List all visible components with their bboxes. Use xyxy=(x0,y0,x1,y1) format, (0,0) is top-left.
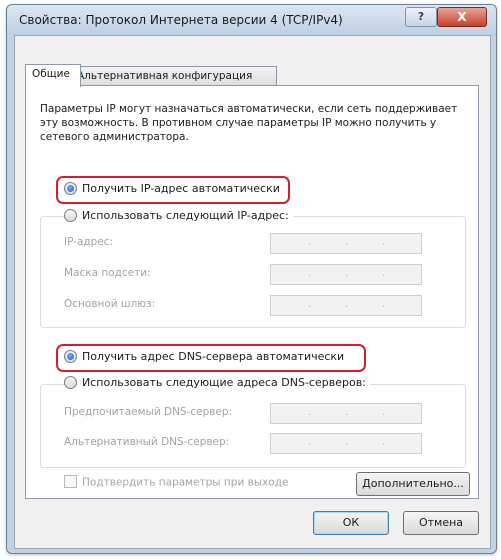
advanced-button[interactable]: Дополнительно... xyxy=(356,472,470,496)
preferred-dns-input[interactable]: ... xyxy=(270,403,422,424)
tab-general[interactable]: Общие xyxy=(25,64,81,87)
default-gateway-input[interactable]: ... xyxy=(270,295,422,316)
preferred-dns-label: Предпочитаемый DNS-сервер: xyxy=(64,406,233,418)
subnet-mask-label: Маска подсети: xyxy=(64,267,151,279)
dialog-window: Свойства: Протокол Интернета версии 4 (T… xyxy=(6,4,497,554)
dns-manual-radio[interactable] xyxy=(64,375,77,389)
title-bar[interactable]: Свойства: Протокол Интернета версии 4 (T… xyxy=(7,5,496,35)
validate-checkbox-row[interactable]: Подтвердить параметры при выходе xyxy=(64,475,289,489)
dns-auto-label: Получить адрес DNS-сервера автоматически xyxy=(82,350,345,363)
dialog-client-area: Общие Альтернативная конфигурация Параме… xyxy=(14,35,491,549)
subnet-mask-input[interactable]: ... xyxy=(270,264,422,285)
default-gateway-label: Основной шлюз: xyxy=(64,298,156,310)
ip-auto-label: Получить IP-адрес автоматически xyxy=(82,182,280,195)
ip-address-input[interactable]: ... xyxy=(270,233,422,254)
help-button[interactable]: ? xyxy=(405,7,437,27)
tab-alternate-configuration[interactable]: Альтернативная конфигурация xyxy=(70,66,277,86)
cancel-button[interactable]: Отмена xyxy=(403,511,479,535)
validate-checkbox[interactable] xyxy=(64,475,77,488)
validate-checkbox-label: Подтвердить параметры при выходе xyxy=(82,476,289,489)
dns-manual-group xyxy=(40,384,466,468)
dns-manual-radio-row[interactable]: Использовать следующие адреса DNS-сервер… xyxy=(64,375,370,391)
alternate-dns-label: Альтернативный DNS-сервер: xyxy=(64,436,230,448)
dns-manual-label: Использовать следующие адреса DNS-сервер… xyxy=(82,376,366,389)
ok-button[interactable]: ОК xyxy=(313,511,389,535)
ip-address-label: IP-адрес: xyxy=(64,236,114,248)
close-button[interactable]: X xyxy=(437,7,487,27)
ip-auto-radio[interactable] xyxy=(64,181,77,195)
general-tab-panel: Параметры IP могут назначаться автоматич… xyxy=(25,85,479,499)
ip-manual-radio[interactable] xyxy=(64,208,77,222)
ip-auto-radio-row[interactable]: Получить IP-адрес автоматически xyxy=(64,181,280,197)
ip-manual-radio-row[interactable]: Использовать следующий IP-адрес: xyxy=(64,208,293,224)
description-text: Параметры IP могут назначаться автоматич… xyxy=(40,103,458,143)
window-title: Свойства: Протокол Интернета версии 4 (T… xyxy=(19,13,343,27)
dns-auto-radio-row[interactable]: Получить адрес DNS-сервера автоматически xyxy=(64,349,344,365)
alternate-dns-input[interactable]: ... xyxy=(270,433,422,454)
dns-auto-radio[interactable] xyxy=(64,349,77,363)
ip-manual-label: Использовать следующий IP-адрес: xyxy=(82,209,289,222)
